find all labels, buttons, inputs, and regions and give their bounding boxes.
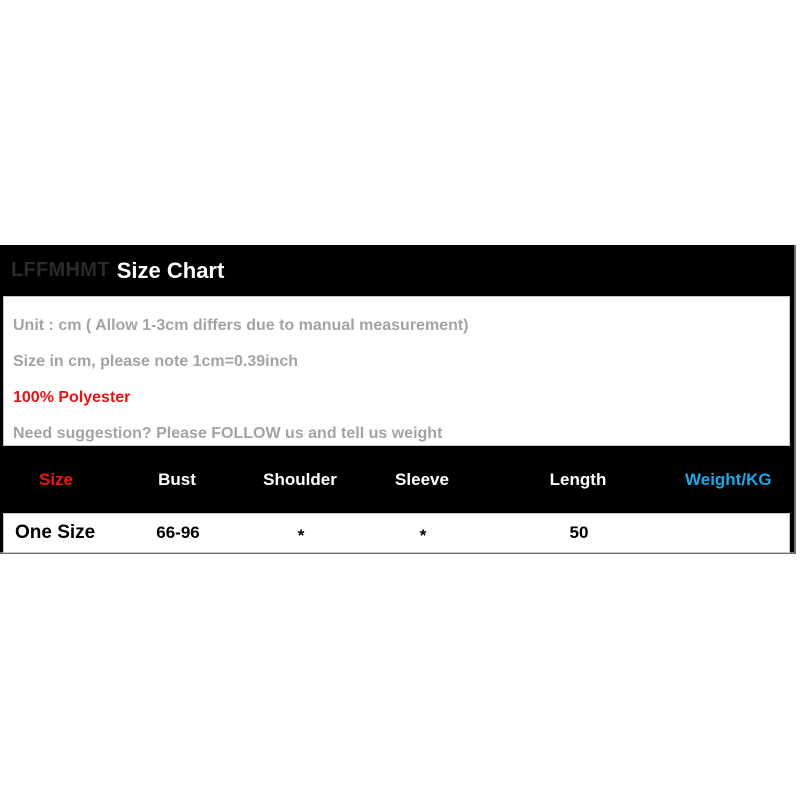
measurement-notes-box: Unit : cm ( Allow 1-3cm differs due to m…	[3, 296, 790, 446]
table-header-weight: Weight/KG	[685, 469, 772, 489]
note-line-material: 100% Polyester	[13, 389, 131, 406]
table-header-length: Length	[549, 469, 607, 489]
size-chart-canvas: LFFMHMT Size Chart Unit : cm ( Allow 1-3…	[0, 0, 800, 800]
table-cell-sleeve: *	[419, 525, 427, 545]
table-cell-length: 50	[569, 523, 589, 542]
table-header-size: Size	[39, 469, 74, 489]
table-row: One Size 66-96 * * 50	[3, 513, 790, 553]
page-title: Size Chart	[116, 257, 225, 283]
size-chart-panel: LFFMHMT Size Chart Unit : cm ( Allow 1-3…	[0, 245, 796, 554]
table-header-bust: Bust	[158, 469, 196, 489]
brand-name: LFFMHMT	[11, 259, 110, 281]
note-line-unit: Unit : cm ( Allow 1-3cm differs due to m…	[13, 317, 469, 334]
table-cell-size: One Size	[15, 522, 96, 543]
table-cell-bust: 66-96	[156, 523, 200, 542]
note-line-conversion: Size in cm, please note 1cm=0.39inch	[13, 353, 299, 370]
chart-title-bar: LFFMHMT Size Chart	[0, 245, 794, 296]
table-cell-weight	[686, 514, 796, 552]
table-header-shoulder: Shoulder	[263, 469, 337, 489]
table-cell-shoulder: *	[297, 525, 305, 545]
table-header-sleeve: Sleeve	[395, 469, 449, 489]
size-table-header-row: Size Bust Shoulder Sleeve Length Weight/…	[0, 446, 794, 513]
